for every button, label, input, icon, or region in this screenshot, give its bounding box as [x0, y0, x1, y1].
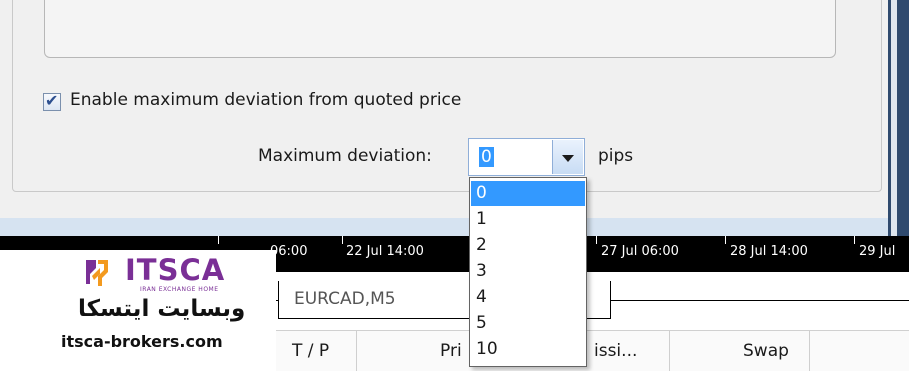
enable-deviation-checkbox[interactable]: ✔ — [43, 91, 61, 111]
column-header-commission[interactable]: issi... — [594, 341, 637, 361]
trade-table-header: T / P Pri issi... Swap — [276, 330, 909, 371]
itsca-watermark: ITSCA IRAN EXCHANGE HOME وبسایت ایتسکا i… — [0, 250, 276, 370]
axis-tick-mark — [596, 236, 597, 244]
axis-tick-label: 22 Jul 14:00 — [346, 244, 424, 259]
column-separator[interactable] — [669, 331, 670, 371]
axis-tick-mark — [218, 236, 219, 244]
max-deviation-label: Maximum deviation: — [258, 146, 432, 166]
axis-tick-mark — [854, 236, 855, 244]
axis-tick-mark — [725, 236, 726, 244]
axis-tick-label: 28 Jul 14:00 — [730, 244, 808, 259]
tab-label: EURCAD,M5 — [294, 289, 396, 309]
deviation-options-list[interactable]: 0 1 2 3 4 5 10 — [469, 177, 587, 367]
max-deviation-combobox[interactable]: 0 — [468, 138, 585, 176]
chevron-down-icon — [562, 155, 574, 162]
brand-arabic-text: وبسایت ایتسکا — [78, 296, 246, 322]
enable-deviation-label[interactable]: Enable maximum deviation from quoted pri… — [70, 90, 461, 110]
brand-name: ITSCA — [125, 253, 226, 287]
itsca-logo-icon — [86, 260, 108, 286]
option-0[interactable]: 0 — [471, 181, 585, 206]
dialog-window: ✔ Enable maximum deviation from quoted p… — [0, 0, 888, 219]
brand-url: itsca-brokers.com — [61, 332, 223, 351]
tab-eurcad-m5[interactable]: EURCAD,M5 — [278, 281, 448, 319]
axis-tick-mark — [342, 236, 343, 244]
column-header-tp[interactable]: T / P — [292, 341, 329, 361]
option-1[interactable]: 1 — [471, 207, 585, 232]
max-deviation-value[interactable]: 0 — [479, 147, 494, 167]
column-header-price[interactable]: Pri — [440, 341, 462, 361]
brand-tagline: IRAN EXCHANGE HOME — [140, 286, 219, 293]
column-header-swap[interactable]: Swap — [743, 341, 789, 361]
window-frame-right-inner — [891, 0, 897, 238]
comment-textarea[interactable] — [44, 0, 836, 58]
option-5[interactable]: 5 — [471, 311, 585, 336]
option-10[interactable]: 10 — [471, 337, 585, 362]
option-2[interactable]: 2 — [471, 233, 585, 258]
option-3[interactable]: 3 — [471, 259, 585, 284]
axis-tick-label: 27 Jul 06:00 — [601, 244, 679, 259]
window-frame-bottom — [0, 218, 890, 238]
column-separator[interactable] — [356, 331, 357, 371]
dropdown-button[interactable] — [552, 140, 583, 174]
axis-tick-label: 29 Jul — [859, 244, 896, 259]
option-4[interactable]: 4 — [471, 285, 585, 310]
checkmark-icon: ✔ — [45, 91, 59, 110]
column-separator[interactable] — [809, 331, 810, 371]
pips-unit-label: pips — [598, 146, 634, 166]
